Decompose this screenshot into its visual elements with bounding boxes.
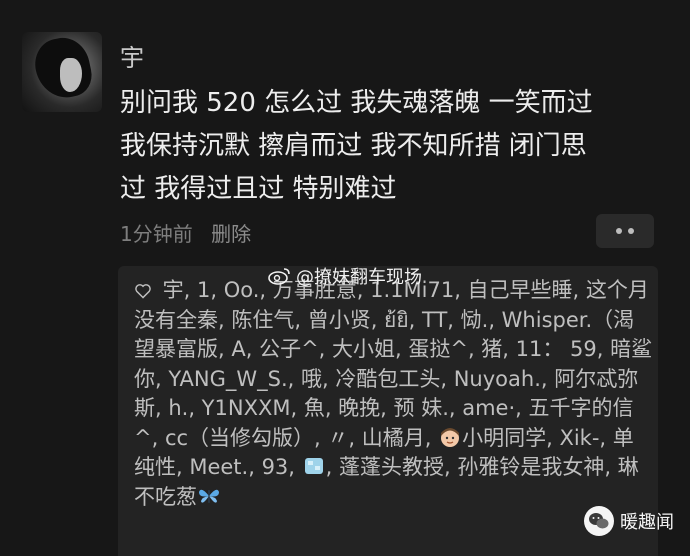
boy-emoji-icon (441, 427, 460, 447)
delete-button[interactable]: 删除 (211, 222, 251, 246)
post-time: 1分钟前 (120, 222, 193, 246)
ice-cube-emoji-icon (304, 458, 323, 474)
brand-name: 暖趣闻 (620, 512, 674, 533)
watermark-text: @撩妹翻车现场 (296, 267, 422, 288)
username[interactable]: 宇 (120, 38, 144, 73)
butterfly-emoji-icon (199, 489, 219, 503)
avatar[interactable] (22, 32, 102, 112)
likes-list: 宇, 1, Oo., 万事胜意, 1.1Mi71, 自己早些睡, 这个月没有全秦… (134, 276, 654, 512)
watermark: @撩妹翻车现场 (268, 263, 422, 289)
likes-names-1: 宇, 1, Oo., 万事胜意, 1.1Mi71, 自己早些睡, 这个月没有全秦… (134, 278, 653, 450)
post-content: 别问我 520 怎么过 我失魂落魄 一笑而过 我保持沉默 擦肩而过 我不知所措 … (120, 88, 593, 204)
dot-icon (628, 228, 634, 234)
heart-icon (135, 284, 151, 299)
dot-icon (616, 228, 622, 234)
post-meta: 1分钟前 删除 (120, 218, 251, 247)
more-button[interactable] (596, 214, 654, 248)
wechat-logo-icon (584, 506, 614, 536)
weibo-icon (268, 268, 290, 285)
brand: 暖趣闻 (584, 506, 674, 536)
